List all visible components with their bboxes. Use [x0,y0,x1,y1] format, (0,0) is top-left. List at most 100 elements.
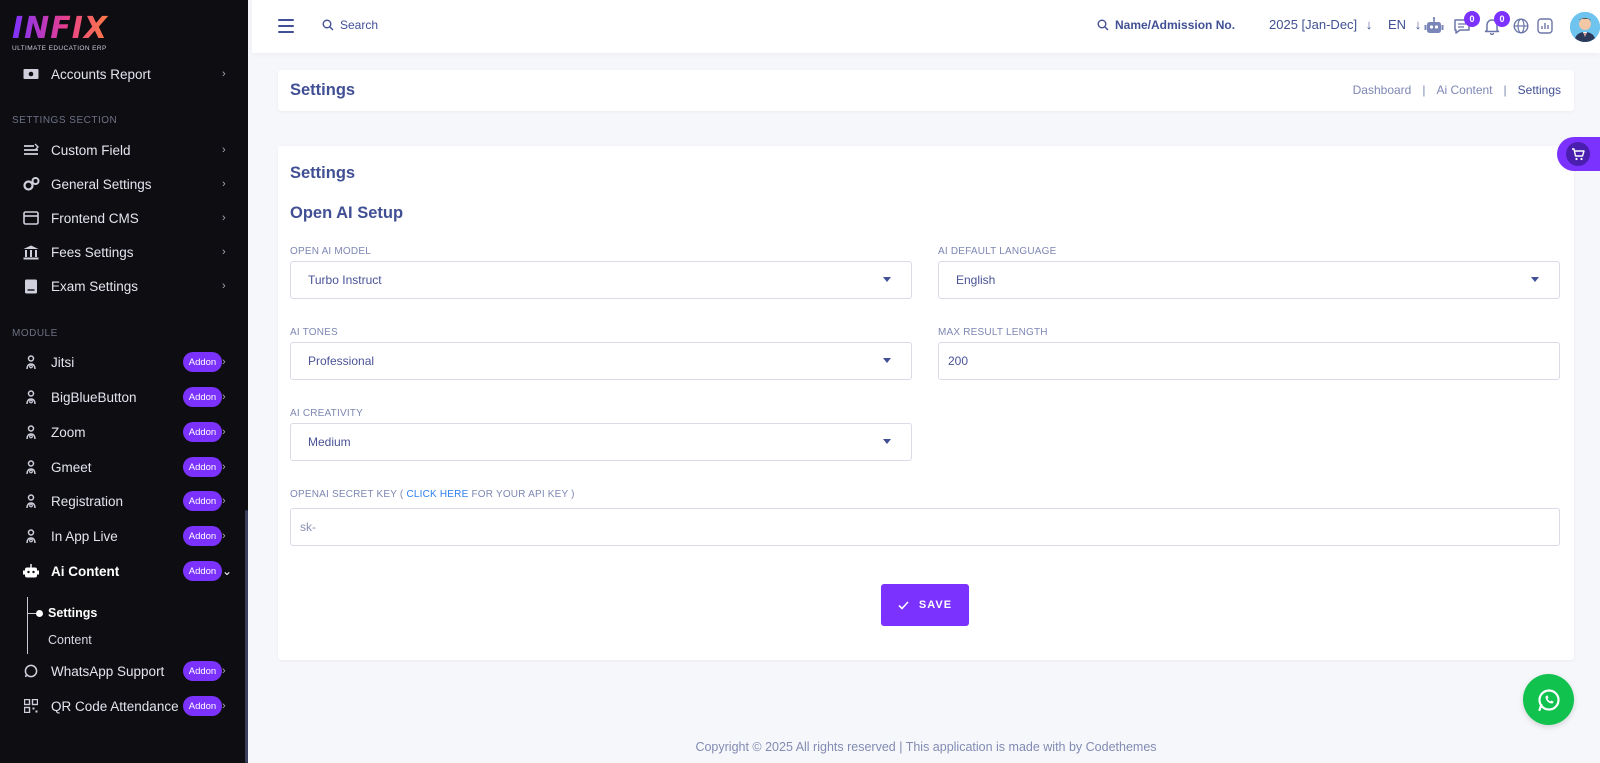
sidebar: INFIX ULTIMATE EDUCATION ERP Accounts Re… [0,0,248,763]
addon-badge: Addon [183,526,222,546]
person-icon [22,458,40,476]
sidebar-item-label: In App Live [51,528,118,544]
bell-icon[interactable]: 0 [1481,11,1510,37]
fees-settings-icon [22,243,40,261]
frontend-cms-icon [22,209,40,227]
caret-down-icon [883,277,891,282]
sidebar-item-label: Registration [51,493,124,509]
secret-key-placeholder: sk- [300,520,316,534]
addon-badge: Addon [183,387,222,407]
arrow-down-icon: ↓ [1414,17,1422,32]
sidebar-item-frontend-cms[interactable]: Frontend CMS › [0,203,240,233]
ai-creativity-select[interactable]: Medium [290,423,912,461]
sidebar-item-whatsapp-support[interactable]: WhatsApp Support Addon › [0,656,240,686]
sidebar-item-accounts-report[interactable]: Accounts Report › [0,59,240,89]
breadcrumb-separator: | [1503,83,1507,97]
cart-float-button[interactable] [1557,137,1600,171]
max-length-input[interactable]: 200 [938,342,1560,380]
sidebar-item-label: WhatsApp Support [51,663,165,679]
menu-toggle-icon[interactable] [278,19,294,33]
qr-code-icon [22,697,40,715]
caret-down-icon [883,439,891,444]
sidebar-item-jitsi[interactable]: Jitsi Addon › [0,347,240,377]
card-title: Settings [290,164,356,182]
chevron-down-icon: ⌄ [222,564,233,578]
chevron-right-icon: › [222,391,226,403]
sidebar-subitem-settings[interactable]: Settings [48,606,97,620]
robot-icon [22,562,40,580]
student-search-label: Name/Admission No. [1115,18,1236,32]
exam-settings-icon [22,277,40,295]
sidebar-subitem-content[interactable]: Content [48,633,92,647]
ai-tones-label: AI TONES [290,327,338,338]
analytics-icon[interactable] [1534,15,1556,37]
chevron-right-icon: › [222,280,226,292]
sidebar-item-zoom[interactable]: Zoom Addon › [0,417,240,447]
ai-creativity-label: AI CREATIVITY [290,408,363,419]
submenu-line [27,597,28,654]
sidebar-item-custom-field[interactable]: Custom Field › [0,135,240,165]
sidebar-item-label: Ai Content [51,563,120,579]
save-button-label: SAVE [918,599,953,611]
module-section-label: MODULE [12,328,58,339]
breadcrumb-settings: Settings [1517,83,1561,97]
addon-badge: Addon [183,491,222,511]
whatsapp-icon [1537,688,1560,711]
sidebar-item-general-settings[interactable]: General Settings › [0,169,240,199]
whatsapp-float-button[interactable] [1523,674,1574,725]
sidebar-item-label: General Settings [51,176,152,192]
secret-key-label-prefix: OPENAI SECRET KEY ( [290,489,404,500]
sidebar-item-label: Jitsi [51,354,75,370]
secret-key-label: OPENAI SECRET KEY ( CLICK HERE FOR YOUR … [290,489,575,500]
section-title: Open AI Setup [290,204,404,222]
sidebar-item-label: Frontend CMS [51,210,139,226]
ai-language-value: English [956,273,996,287]
sidebar-item-gmeet[interactable]: Gmeet Addon › [0,452,240,482]
chevron-right-icon: › [222,144,226,156]
language-select[interactable]: EN ↓ [1388,17,1421,32]
academic-year-value: 2025 [Jan-Dec] [1269,17,1358,32]
sidebar-item-exam-settings[interactable]: Exam Settings › [0,271,240,301]
ai-model-select[interactable]: Turbo Instruct [290,261,912,299]
ai-model-label: OPEN AI MODEL [290,246,371,257]
ai-model-value: Turbo Instruct [308,273,382,287]
notification-count-badge: 0 [1494,11,1510,27]
academic-year-select[interactable]: 2025 [Jan-Dec] ↓ [1269,17,1372,32]
ai-robot-icon[interactable] [1423,15,1445,37]
sidebar-item-label: Fees Settings [51,244,134,260]
ai-language-select[interactable]: English [938,261,1560,299]
breadcrumb-dashboard[interactable]: Dashboard [1353,83,1412,97]
student-search[interactable]: Name/Admission No. [1097,18,1235,32]
chat-icon[interactable]: 0 [1451,11,1480,37]
sidebar-item-in-app-live[interactable]: In App Live Addon › [0,521,240,551]
sidebar-item-qr-code-attendance[interactable]: QR Code Attendance Addon › [0,691,240,721]
sidebar-item-registration[interactable]: Registration Addon › [0,486,240,516]
person-icon [22,527,40,545]
chevron-right-icon: › [222,461,226,473]
sidebar-item-label: Custom Field [51,142,131,158]
sidebar-item-label: Accounts Report [51,66,151,82]
secret-key-input[interactable]: sk- [290,508,1560,546]
chevron-right-icon: › [222,246,226,258]
save-button[interactable]: SAVE [881,584,969,626]
sidebar-item-bigbluebutton[interactable]: BigBlueButton Addon › [0,382,240,412]
topbar: Search Name/Admission No. 2025 [Jan-Dec]… [252,0,1600,53]
chevron-right-icon: › [222,356,226,368]
api-key-link[interactable]: CLICK HERE [406,489,468,500]
user-avatar[interactable] [1570,12,1600,42]
page-title: Settings [290,81,356,99]
addon-badge: Addon [183,422,222,442]
sidebar-scrollbar[interactable] [245,510,248,763]
search-icon [322,19,334,31]
sidebar-item-fees-settings[interactable]: Fees Settings › [0,237,240,267]
arrow-down-icon: ↓ [1365,17,1373,32]
global-search[interactable]: Search [322,18,378,32]
settings-form-card: Settings Open AI Setup OPEN AI MODEL Tur… [278,146,1574,660]
ai-tones-select[interactable]: Professional [290,342,912,380]
globe-icon[interactable] [1510,15,1532,37]
breadcrumb-ai-content[interactable]: Ai Content [1436,83,1492,97]
addon-badge: Addon [183,561,222,581]
brand-logo[interactable]: INFIX ULTIMATE EDUCATION ERP [12,14,108,58]
chevron-right-icon: › [222,665,226,677]
sidebar-item-ai-content[interactable]: Ai Content Addon ⌄ [0,556,240,586]
